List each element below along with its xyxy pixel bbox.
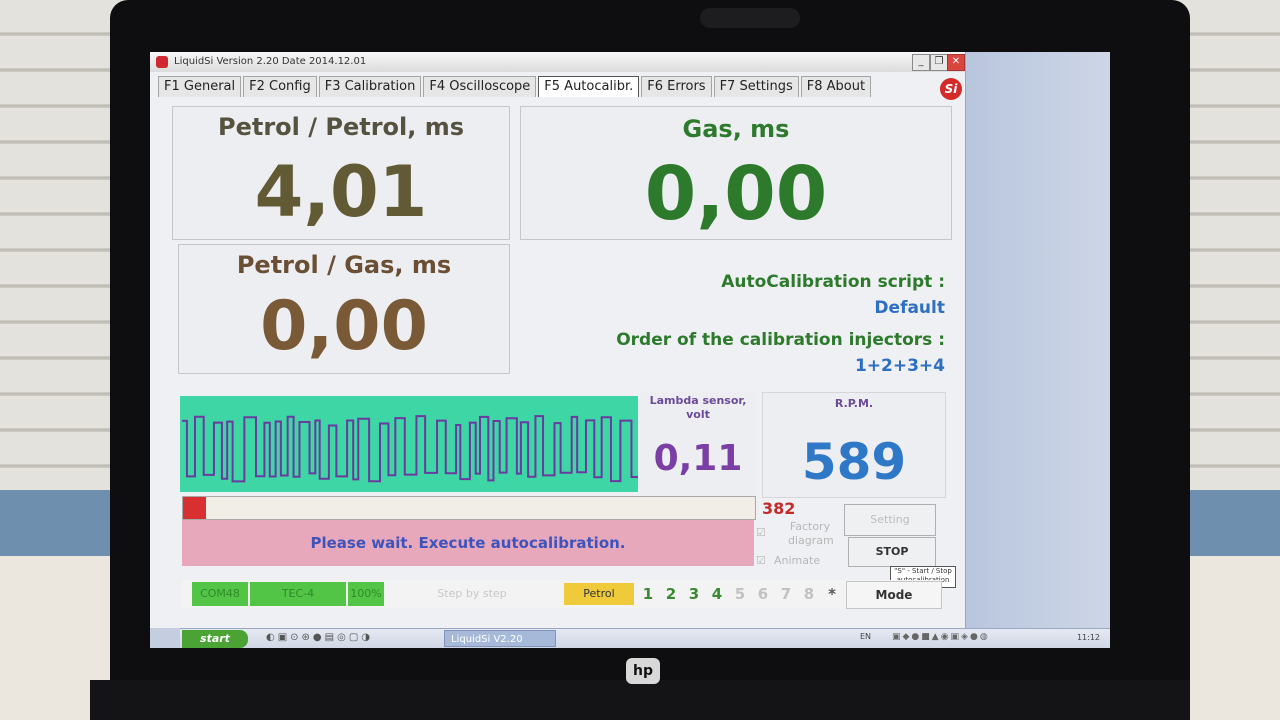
taskbar-clock: 11:12	[1076, 633, 1100, 642]
hp-logo: hp	[626, 658, 660, 684]
lambda-oscilloscope	[180, 396, 642, 492]
script-label: AutoCalibration script :	[721, 272, 945, 292]
progress-count: 382	[762, 499, 796, 518]
cylinder-all[interactable]: *	[822, 583, 842, 605]
tab-oscilloscope[interactable]: F4 Oscilloscope	[423, 76, 537, 97]
cylinder-2[interactable]: 2	[661, 583, 681, 605]
animate-checkbox[interactable]: ☑	[756, 554, 766, 567]
quick-launch-icons[interactable]: ◐▣⊙⊛●▤◎▢◑	[266, 632, 373, 643]
windows-taskbar: start ◐▣⊙⊛●▤◎▢◑ LiquidSi V2.20 EN ▣◆●■▲◉…	[180, 628, 1110, 648]
tab-bar: F1 General F2 Config F3 Calibration F4 O…	[158, 76, 873, 98]
petrol-gas-label: Petrol / Gas, ms	[236, 251, 452, 279]
app-icon	[156, 56, 168, 68]
cylinder-7[interactable]: 7	[776, 583, 796, 605]
cylinder-6[interactable]: 6	[753, 583, 773, 605]
si-logo-icon: Si	[940, 78, 962, 100]
lambda-waveform	[182, 415, 642, 483]
stop-button[interactable]: STOP	[848, 537, 936, 567]
fuel-indicator[interactable]: Petrol	[564, 583, 634, 605]
gas-panel: Gas, ms 0,00	[520, 106, 952, 240]
minimize-button[interactable]: _	[912, 54, 930, 71]
lambda-value: 0,11	[653, 438, 743, 479]
start-button[interactable]: start	[182, 630, 248, 648]
laptop-base	[90, 680, 1190, 720]
rpm-label: R.P.M.	[834, 397, 874, 410]
com-port-indicator: COM48	[192, 582, 248, 606]
script-value: Default	[874, 298, 945, 318]
cylinder-3[interactable]: 3	[684, 583, 704, 605]
autocalibration-progress	[182, 496, 756, 520]
petrol-gas-value: 0,00	[260, 287, 428, 366]
close-button[interactable]: ✕	[947, 54, 965, 71]
status-message: Please wait. Execute autocalibration.	[182, 520, 754, 566]
factory-diagram-label: Factory diagram	[788, 520, 834, 547]
tray-icons[interactable]: ▣◆●■▲◉▣◈●◍	[892, 632, 990, 642]
factory-diagram-checkbox[interactable]: ☑	[756, 526, 766, 539]
gas-label: Gas, ms	[682, 115, 790, 143]
gas-value: 0,00	[644, 151, 828, 237]
mode-button[interactable]: Mode	[846, 581, 942, 609]
order-label: Order of the calibration injectors :	[616, 330, 945, 350]
petrol-petrol-panel: Petrol / Petrol, ms 4,01	[172, 106, 510, 240]
rpm-panel: R.P.M. 589	[762, 392, 946, 498]
ecu-indicator: TEC-4	[250, 582, 346, 606]
tab-config[interactable]: F2 Config	[243, 76, 317, 97]
cylinder-1[interactable]: 1	[638, 583, 658, 605]
cylinder-5[interactable]: 5	[730, 583, 750, 605]
tab-general[interactable]: F1 General	[158, 76, 242, 97]
order-value: 1+2+3+4	[854, 356, 945, 376]
webcam	[700, 8, 800, 28]
lambda-label: Lambda sensor, volt	[649, 394, 747, 421]
desktop-background	[966, 52, 1110, 642]
petrol-petrol-value: 4,01	[254, 151, 428, 233]
petrol-gas-panel: Petrol / Gas, ms 0,00	[178, 244, 510, 374]
cylinder-4[interactable]: 4	[707, 583, 727, 605]
liquidsi-window: LiquidSi Version 2.20 Date 2014.12.01 _ …	[150, 52, 966, 628]
title-bar[interactable]: LiquidSi Version 2.20 Date 2014.12.01 _ …	[150, 52, 965, 72]
restore-button[interactable]: ❐	[930, 54, 948, 71]
tab-calibration[interactable]: F3 Calibration	[318, 76, 422, 97]
percent-indicator: 100%	[348, 582, 384, 606]
cylinder-8[interactable]: 8	[799, 583, 819, 605]
tab-autocalibration[interactable]: F5 Autocalibr.	[538, 76, 640, 97]
setting-button[interactable]: Setting	[844, 504, 936, 536]
tab-settings[interactable]: F7 Settings	[713, 76, 799, 97]
tab-about[interactable]: F8 About	[800, 76, 872, 97]
lambda-panel: Lambda sensor, volt 0,11	[640, 392, 756, 496]
petrol-petrol-label: Petrol / Petrol, ms	[217, 113, 465, 141]
autocalibration-info: AutoCalibration script : Default Order o…	[520, 242, 945, 382]
progress-fill	[183, 497, 206, 519]
taskbar-liquidsi[interactable]: LiquidSi V2.20	[444, 630, 556, 647]
rpm-value: 589	[801, 433, 907, 491]
language-indicator[interactable]: EN	[860, 632, 871, 641]
window-title: LiquidSi Version 2.20 Date 2014.12.01	[174, 56, 367, 67]
tab-errors[interactable]: F6 Errors	[641, 76, 712, 97]
animate-label: Animate	[774, 554, 821, 567]
laptop-screen: LiquidSi Version 2.20 Date 2014.12.01 _ …	[150, 52, 1110, 648]
status-bar: COM48 TEC-4 100% Step by step Petrol 1 2…	[182, 580, 942, 609]
step-by-step-button[interactable]: Step by step	[412, 583, 532, 605]
